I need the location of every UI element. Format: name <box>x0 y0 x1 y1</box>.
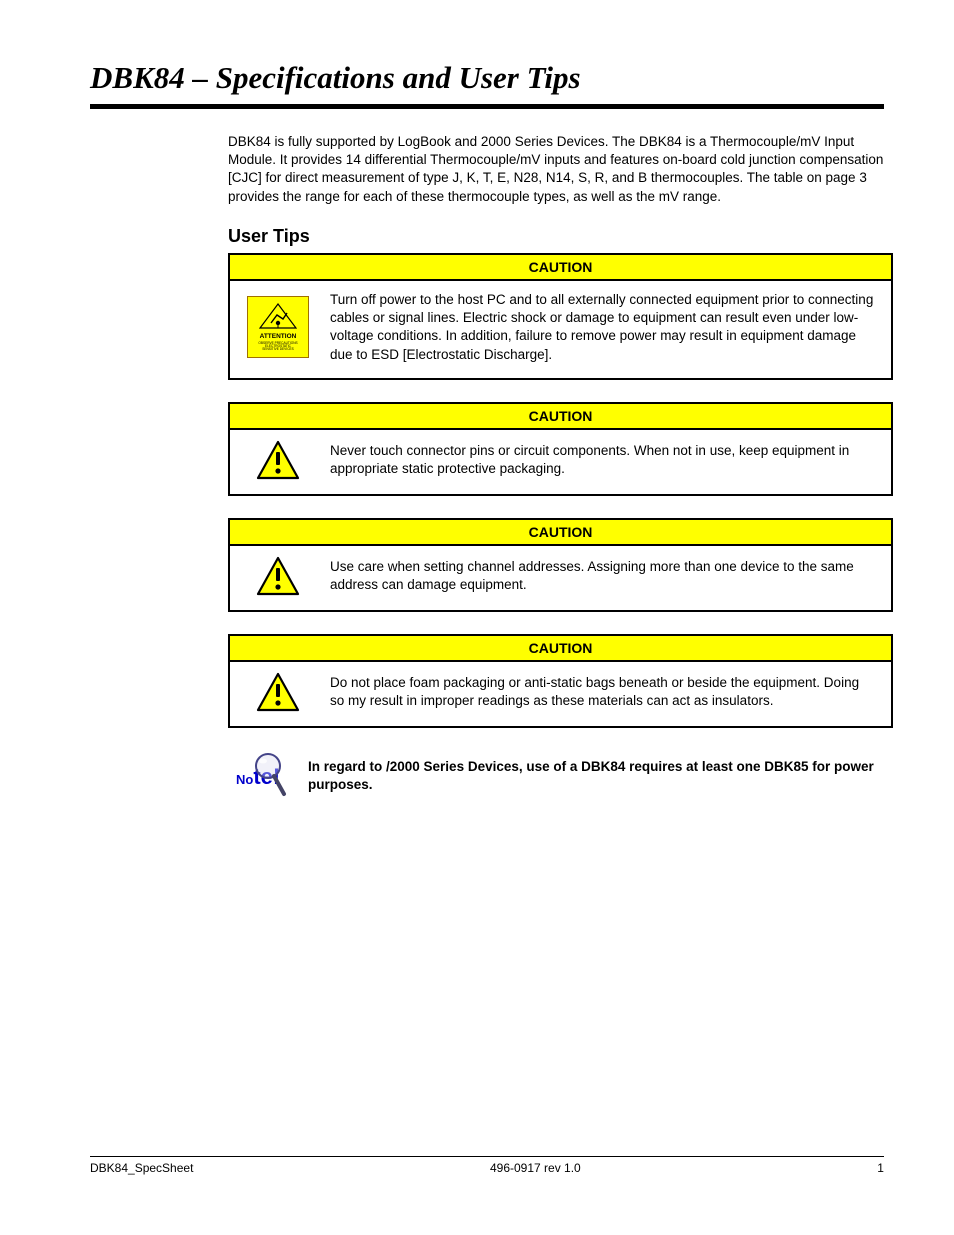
caution-text: Turn off power to the host PC and to all… <box>330 291 877 364</box>
footer-right: 1 <box>877 1161 884 1175</box>
caution-body: Use care when setting channel addresses.… <box>230 546 891 610</box>
caution-body: ATTENTION OBSERVE PRECAUTIONSELECTROSTAT… <box>230 281 891 378</box>
caution-box-foam: CAUTION Do not place foam packaging or a… <box>228 634 893 728</box>
caution-text: Never touch connector pins or circuit co… <box>330 442 877 478</box>
caution-box-esd: CAUTION ATTENTION OBSERVE PRECAUTIONSELE… <box>228 253 893 380</box>
footer-center: 496-0917 rev 1.0 <box>490 1161 581 1175</box>
warning-icon <box>244 672 312 712</box>
esd-icon: ATTENTION OBSERVE PRECAUTIONSELECTROSTAT… <box>244 296 312 358</box>
intro-paragraph: DBK84 is fully supported by LogBook and … <box>228 133 884 206</box>
caution-text: Do not place foam packaging or anti-stat… <box>330 674 877 710</box>
caution-box-pins: CAUTION Never touch connector pins or ci… <box>228 402 893 496</box>
user-tips-heading: User Tips <box>228 226 884 247</box>
caution-body: Never touch connector pins or circuit co… <box>230 430 891 494</box>
note-icon: Note! <box>228 750 286 802</box>
caution-title: CAUTION <box>230 520 891 546</box>
caution-body: Do not place foam packaging or anti-stat… <box>230 662 891 726</box>
footer-rule <box>90 1156 884 1157</box>
caution-text: Use care when setting channel addresses.… <box>330 558 877 594</box>
footer-left: DBK84_SpecSheet <box>90 1161 193 1175</box>
note-row: Note! In regard to /2000 Series Devices,… <box>228 750 884 802</box>
caution-title: CAUTION <box>230 255 891 281</box>
caution-title: CAUTION <box>230 636 891 662</box>
page-title: DBK84 – Specifications and User Tips <box>90 60 884 96</box>
warning-icon <box>244 440 312 480</box>
note-text: In regard to /2000 Series Devices, use o… <box>308 758 884 794</box>
page-footer: DBK84_SpecSheet 496-0917 rev 1.0 1 <box>90 1156 884 1175</box>
caution-box-address: CAUTION Use care when setting channel ad… <box>228 518 893 612</box>
warning-icon <box>244 556 312 596</box>
caution-title: CAUTION <box>230 404 891 430</box>
page-header: DBK84 – Specifications and User Tips <box>90 60 884 96</box>
title-rule <box>90 104 884 109</box>
